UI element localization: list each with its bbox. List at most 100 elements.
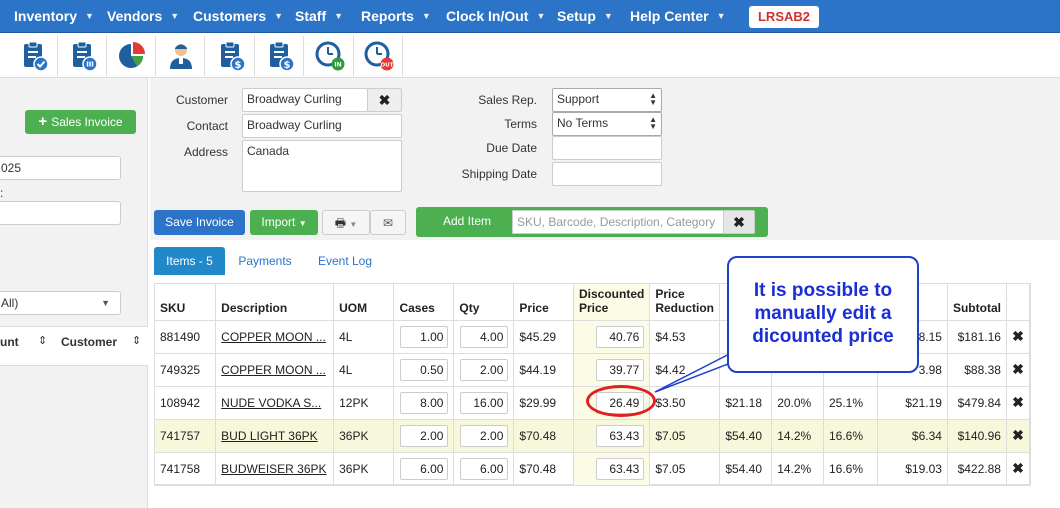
filter-field[interactable] bbox=[0, 201, 121, 225]
clipboard-list-button[interactable] bbox=[59, 36, 107, 76]
cases-input[interactable]: 2.00 bbox=[400, 424, 449, 447]
pie-chart-button[interactable] bbox=[108, 36, 156, 76]
col-count[interactable]: unt bbox=[0, 335, 19, 349]
discounted-price-input[interactable]: 39.77 bbox=[596, 358, 645, 381]
description-link[interactable]: NUDE VODKA S... bbox=[215, 386, 335, 420]
discounted-price-input[interactable]: 63.43 bbox=[596, 424, 645, 447]
col-subtotal[interactable]: Subtotal bbox=[947, 284, 1007, 321]
tab-items[interactable]: Items - 5 bbox=[154, 247, 225, 275]
nav-staff[interactable]: Staff ▼ bbox=[295, 0, 343, 33]
col-discounted-price[interactable]: Discounted Price bbox=[573, 284, 651, 321]
close-icon: ✖ bbox=[1012, 328, 1024, 344]
col-qty[interactable]: Qty bbox=[453, 284, 515, 321]
print-button[interactable]: 🖶 ▼ bbox=[322, 210, 370, 235]
caret-down-icon: ▼ bbox=[536, 11, 546, 21]
qty-input[interactable]: 6.00 bbox=[460, 457, 509, 480]
price-cell: $44.19 bbox=[513, 353, 574, 387]
clipboard-check-button[interactable] bbox=[10, 36, 58, 76]
cases-input[interactable]: 0.50 bbox=[400, 358, 449, 381]
delete-row-button[interactable]: ✖ bbox=[1006, 320, 1031, 354]
description-link[interactable]: COPPER MOON ... bbox=[215, 320, 335, 354]
sort-icon[interactable]: ⇕ bbox=[38, 334, 47, 347]
tab-event-log[interactable]: Event Log bbox=[310, 247, 380, 275]
subtotal-cell: $140.96 bbox=[947, 419, 1007, 453]
col-sku[interactable]: SKU bbox=[155, 284, 217, 321]
clipboard-dollar-icon: $ bbox=[220, 41, 246, 72]
col-description[interactable]: Description bbox=[215, 284, 335, 321]
save-invoice-button[interactable]: Save Invoice bbox=[154, 210, 245, 235]
terms-select[interactable]: No Terms ▲ ▼ bbox=[552, 112, 662, 136]
store-badge[interactable]: LRSAB2 bbox=[749, 6, 819, 28]
nav-clock-in-out[interactable]: Clock In/Out ▼ bbox=[446, 0, 545, 33]
col-cases[interactable]: Cases bbox=[393, 284, 455, 321]
shipping-field[interactable] bbox=[552, 162, 662, 186]
qty-cell: 6.00 bbox=[453, 452, 515, 486]
clear-search-button[interactable]: ✖ bbox=[723, 210, 755, 234]
svg-text:$: $ bbox=[283, 60, 290, 71]
user-button[interactable] bbox=[157, 36, 205, 76]
customer-field[interactable]: Broadway Curling bbox=[242, 88, 368, 112]
description-link[interactable]: BUDWEISER 36PK bbox=[215, 452, 335, 486]
cases-cell: 1.00 bbox=[393, 320, 455, 354]
close-icon: ✖ bbox=[1012, 427, 1024, 443]
tax-cell: $6.34 bbox=[877, 419, 948, 453]
description-link[interactable]: BUD LIGHT 36PK bbox=[215, 419, 335, 453]
address-field[interactable]: Canada bbox=[242, 140, 402, 192]
add-item-search-input[interactable]: SKU, Barcode, Description, Category bbox=[512, 210, 724, 234]
col-price[interactable]: Price bbox=[513, 284, 574, 321]
nav-setup[interactable]: Setup ▼ bbox=[557, 0, 613, 33]
clock-out-button[interactable]: OUT bbox=[355, 36, 403, 76]
qty-input[interactable]: 2.00 bbox=[460, 358, 509, 381]
col-price-reduction[interactable]: Price Reduction bbox=[649, 284, 721, 321]
cases-cell: 8.00 bbox=[393, 386, 455, 420]
contact-field[interactable]: Broadway Curling bbox=[242, 114, 402, 138]
nav-customers[interactable]: Customers ▼ bbox=[193, 0, 283, 33]
clock-in-button[interactable]: IN bbox=[306, 36, 354, 76]
add-item-label: Add Item bbox=[442, 214, 492, 228]
nav-help-center[interactable]: Help Center ▼ bbox=[630, 0, 726, 33]
clock-in-icon: IN bbox=[315, 41, 344, 71]
caret-down-icon: ▼ bbox=[274, 11, 284, 21]
clipboard-dollar-alt-button[interactable]: $ bbox=[256, 36, 304, 76]
nav-inventory[interactable]: Inventory ▼ bbox=[14, 0, 94, 33]
caret-down-icon: ▼ bbox=[421, 11, 431, 21]
price-reduction-cell: $4.42 bbox=[649, 353, 721, 387]
cases-input[interactable]: 6.00 bbox=[400, 457, 449, 480]
col-uom[interactable]: UOM bbox=[333, 284, 395, 321]
import-button[interactable]: Import ▼ bbox=[250, 210, 318, 235]
sku-cell: 741758 bbox=[155, 452, 217, 486]
nav-vendors[interactable]: Vendors ▼ bbox=[107, 0, 179, 33]
sort-icon[interactable]: ⇕ bbox=[132, 334, 141, 347]
cases-input[interactable]: 1.00 bbox=[400, 325, 449, 348]
price-reduction-cell: $4.53 bbox=[649, 320, 721, 354]
delete-row-button[interactable]: ✖ bbox=[1006, 353, 1031, 387]
updown-icon: ▲ ▼ bbox=[649, 91, 657, 107]
margin-cell: 20.0% bbox=[771, 386, 824, 420]
delete-row-button[interactable]: ✖ bbox=[1006, 452, 1031, 486]
sales-invoice-button[interactable]: + Sales Invoice bbox=[25, 110, 136, 134]
status-select[interactable]: All) ▼ bbox=[0, 291, 121, 315]
discounted-price-input[interactable]: 40.76 bbox=[596, 325, 645, 348]
qty-input[interactable]: 16.00 bbox=[460, 391, 509, 414]
col-customer[interactable]: Customer bbox=[61, 335, 117, 349]
email-button[interactable]: ✉ bbox=[370, 210, 406, 235]
date-field[interactable]: 025 bbox=[0, 156, 121, 180]
uom-cell: 12PK bbox=[333, 386, 395, 420]
tab-payments[interactable]: Payments bbox=[232, 247, 298, 275]
cases-input[interactable]: 8.00 bbox=[400, 391, 449, 414]
discounted-price-input[interactable]: 63.43 bbox=[596, 457, 645, 480]
top-nav: Inventory ▼ Vendors ▼ Customers ▼ Staff ▼ Re… bbox=[0, 0, 1060, 33]
description-link[interactable]: COPPER MOON ... bbox=[215, 353, 335, 387]
clear-customer-button[interactable]: ✖ bbox=[367, 88, 402, 112]
delete-row-button[interactable]: ✖ bbox=[1006, 419, 1031, 453]
salesrep-select[interactable]: Support ▲ ▼ bbox=[552, 88, 662, 112]
nav-reports[interactable]: Reports ▼ bbox=[361, 0, 431, 33]
duedate-field[interactable] bbox=[552, 136, 662, 160]
sku-cell: 741757 bbox=[155, 419, 217, 453]
clipboard-dollar-button[interactable]: $ bbox=[207, 36, 255, 76]
qty-input[interactable]: 4.00 bbox=[460, 325, 509, 348]
qty-input[interactable]: 2.00 bbox=[460, 424, 509, 447]
delete-row-button[interactable]: ✖ bbox=[1006, 386, 1031, 420]
table-row: 741758 BUDWEISER 36PK 36PK 6.00 6.00 $70.48 63… bbox=[155, 452, 1031, 486]
cost-cell: $54.40 bbox=[719, 452, 773, 486]
